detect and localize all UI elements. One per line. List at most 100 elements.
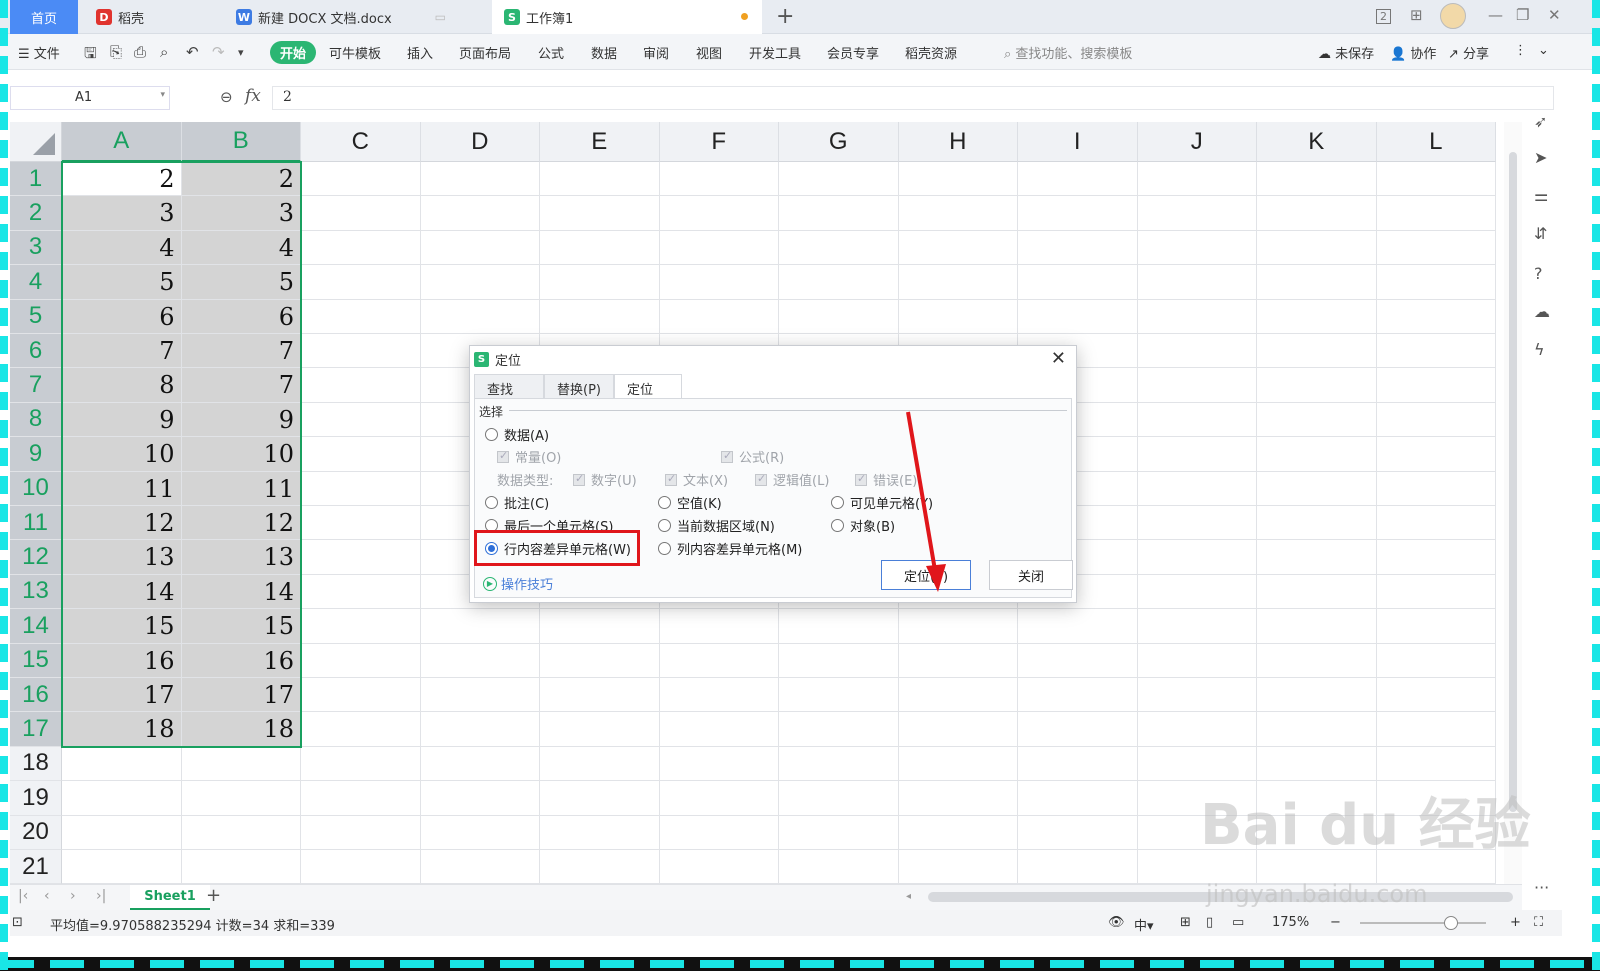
cell-C2[interactable]	[301, 196, 421, 231]
cell-F18[interactable]	[659, 746, 779, 782]
cell-L10[interactable]	[1376, 471, 1496, 506]
preview-icon[interactable]: ⌕	[160, 43, 168, 61]
cell-B17[interactable]: 18	[181, 712, 301, 747]
column-header-F[interactable]: F	[659, 122, 779, 162]
grid-apps-icon[interactable]: ⊞	[1410, 6, 1423, 24]
column-header-L[interactable]: L	[1376, 122, 1496, 162]
cell-L5[interactable]	[1376, 299, 1496, 334]
cell-A17[interactable]: 18	[62, 712, 182, 747]
cell-E18[interactable]	[540, 746, 660, 782]
cell-I4[interactable]	[1018, 265, 1138, 300]
cell-J11[interactable]	[1137, 506, 1257, 541]
checkbox-logical[interactable]: 逻辑值(L)	[755, 470, 829, 489]
name-box[interactable]: A1 ▾	[10, 86, 170, 110]
cell-C20[interactable]	[301, 815, 421, 850]
cell-F19[interactable]	[659, 781, 779, 816]
cell-B2[interactable]: 3	[181, 196, 301, 231]
fullscreen-icon[interactable]: ⛶	[1534, 915, 1543, 930]
cell-G3[interactable]	[779, 230, 899, 266]
cell-H5[interactable]	[898, 299, 1018, 334]
save-icon[interactable]: 🖫	[84, 43, 97, 68]
cell-I19[interactable]	[1018, 781, 1138, 816]
cell-H17[interactable]	[898, 712, 1018, 747]
cell-G19[interactable]	[779, 781, 899, 816]
cell-A20[interactable]	[62, 815, 182, 850]
tab-replace[interactable]: 替换(P)	[544, 374, 614, 398]
cell-B7[interactable]: 7	[181, 368, 301, 403]
tips-link[interactable]: ▶ 操作技巧	[483, 574, 553, 593]
file-menu[interactable]: ☰ 文件	[18, 43, 60, 62]
cell-B20[interactable]	[181, 815, 301, 850]
next-sheet-icon[interactable]: ›	[70, 888, 76, 904]
cell-K17[interactable]	[1257, 712, 1377, 747]
lightning-icon[interactable]: ϟ	[1534, 340, 1545, 359]
cell-H18[interactable]	[898, 746, 1018, 782]
cell-K9[interactable]	[1257, 437, 1377, 472]
cell-G4[interactable]	[779, 265, 899, 300]
cell-C4[interactable]	[301, 265, 421, 300]
cell-H1[interactable]	[898, 162, 1018, 197]
unsaved-button[interactable]: ☁ 未保存	[1318, 43, 1374, 62]
cell-I18[interactable]	[1018, 746, 1138, 782]
cell-F2[interactable]	[659, 196, 779, 231]
cell-G2[interactable]	[779, 196, 899, 231]
cell-D1[interactable]	[420, 162, 540, 197]
cell-D19[interactable]	[420, 781, 540, 816]
tab-workbook[interactable]: S 工作簿1	[492, 0, 762, 34]
cell-A15[interactable]: 16	[62, 643, 182, 678]
cell-E1[interactable]	[540, 162, 660, 197]
cell-B15[interactable]: 16	[181, 643, 301, 678]
undo-icon[interactable]: ↶	[186, 43, 199, 61]
rocket-icon[interactable]: ➶	[1534, 112, 1547, 131]
row-header-5[interactable]: 5	[10, 299, 62, 334]
cell-I15[interactable]	[1018, 643, 1138, 678]
cell-A19[interactable]	[62, 781, 182, 816]
cell-D2[interactable]	[420, 196, 540, 231]
checkbox-number[interactable]: 数字(U)	[573, 470, 637, 489]
cell-J3[interactable]	[1137, 230, 1257, 266]
cell-D20[interactable]	[420, 815, 540, 850]
cell-H20[interactable]	[898, 815, 1018, 850]
cell-C13[interactable]	[301, 574, 421, 610]
cell-H14[interactable]	[898, 609, 1018, 644]
cell-B8[interactable]: 9	[181, 402, 301, 438]
cell-L7[interactable]	[1376, 368, 1496, 403]
cell-L16[interactable]	[1376, 678, 1496, 713]
cell-I1[interactable]	[1018, 162, 1138, 197]
cell-B5[interactable]: 6	[181, 299, 301, 334]
radio-blank[interactable]: 空值(K)	[658, 493, 722, 512]
zoom-fx-icon[interactable]: ⊖	[220, 88, 233, 106]
scroll-left-icon[interactable]: ◂	[906, 891, 911, 902]
cell-L14[interactable]	[1376, 609, 1496, 644]
cell-J9[interactable]	[1137, 437, 1257, 472]
cell-J16[interactable]	[1137, 678, 1257, 713]
cell-L18[interactable]	[1376, 746, 1496, 782]
cell-J10[interactable]	[1137, 471, 1257, 506]
column-header-E[interactable]: E	[540, 122, 660, 162]
cell-D3[interactable]	[420, 230, 540, 266]
cell-B16[interactable]: 17	[181, 678, 301, 713]
cell-D15[interactable]	[420, 643, 540, 678]
cell-J4[interactable]	[1137, 265, 1257, 300]
tab-data[interactable]: 数据	[591, 43, 617, 62]
tab-home[interactable]: 首页	[10, 0, 78, 34]
row-header-10[interactable]: 10	[10, 471, 62, 506]
new-tab-button[interactable]: +	[776, 4, 794, 29]
cell-A11[interactable]: 12	[62, 506, 182, 541]
cell-K16[interactable]	[1257, 678, 1377, 713]
normal-view-icon[interactable]: ⊞	[1180, 915, 1191, 930]
cell-B19[interactable]	[181, 781, 301, 816]
cell-C14[interactable]	[301, 609, 421, 644]
cell-L11[interactable]	[1376, 506, 1496, 541]
book-view-icon[interactable]: ▭	[1232, 915, 1244, 930]
cell-E14[interactable]	[540, 609, 660, 644]
zoom-slider[interactable]	[1360, 922, 1486, 924]
cell-L8[interactable]	[1376, 402, 1496, 438]
cell-J5[interactable]	[1137, 299, 1257, 334]
tab-start[interactable]: 开始	[270, 41, 316, 64]
cell-D14[interactable]	[420, 609, 540, 644]
cell-G1[interactable]	[779, 162, 899, 197]
cell-B11[interactable]: 12	[181, 506, 301, 541]
collab-button[interactable]: 👤 协作	[1390, 43, 1436, 62]
row-header-21[interactable]: 21	[10, 850, 62, 885]
